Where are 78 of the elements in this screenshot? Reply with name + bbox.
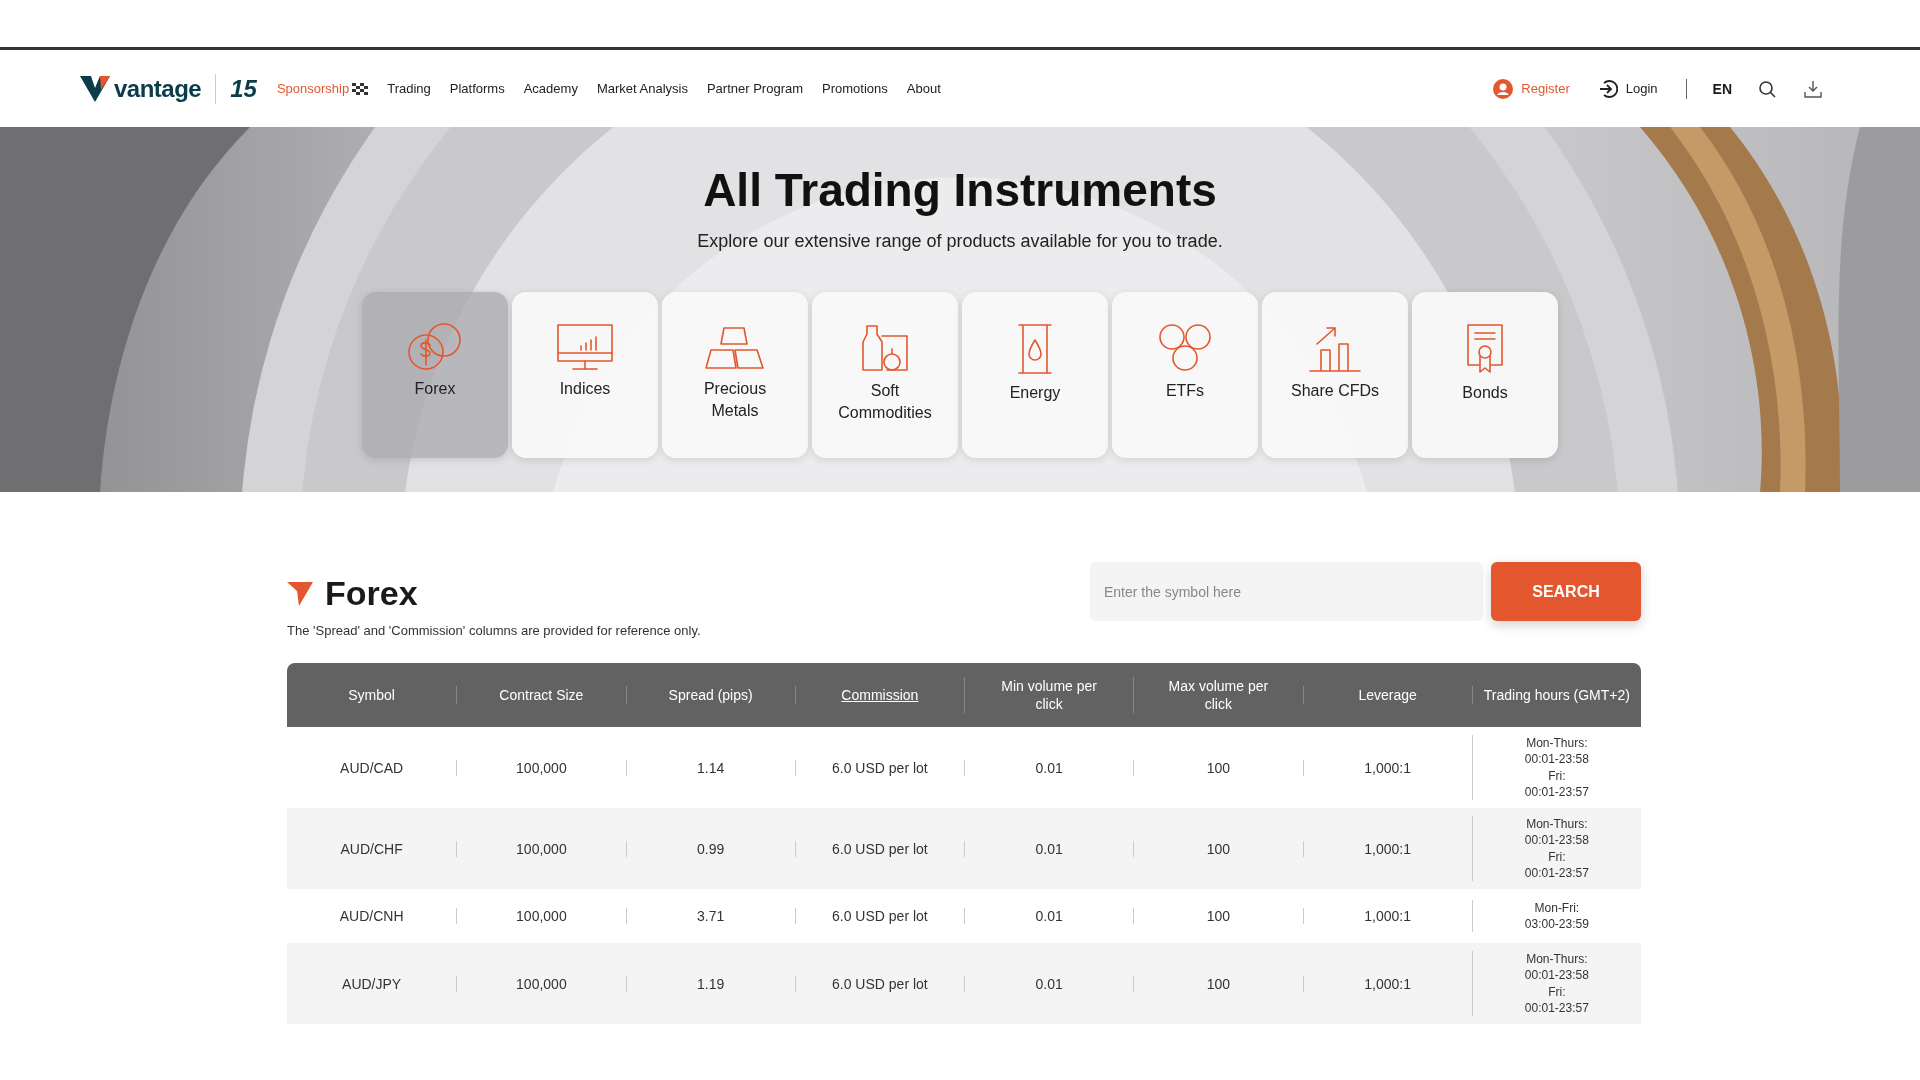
- table-cell-text: AUD/CAD: [339, 759, 405, 776]
- letter-circles-icon: [1157, 322, 1213, 374]
- table-cell: 0.01: [964, 759, 1134, 776]
- section-title: Forex: [325, 574, 418, 613]
- table-cell: 100,000: [456, 840, 626, 857]
- download-icon[interactable]: [1804, 79, 1822, 98]
- table-cell: 3.71: [625, 908, 795, 924]
- table-cell: 6.0 USD per lot: [794, 840, 964, 857]
- column-header: Trading hours (GMT+2): [1471, 685, 1641, 705]
- table-cell-text: AUD/CNH: [338, 908, 405, 924]
- category-card[interactable]: Forex: [362, 292, 508, 458]
- table-cell: 100,000: [456, 908, 626, 924]
- table-cell: Mon-Thurs: 00:01-23:58 Fri: 00:01-23:57: [1524, 951, 1589, 1016]
- table-cell: 0.01: [964, 840, 1134, 857]
- login-icon: [1597, 78, 1618, 99]
- table-cell-text: AUD/CHF: [339, 840, 404, 857]
- table-cell: Mon-Fri: 03:00-23:59: [1524, 899, 1589, 933]
- search-button[interactable]: SEARCH: [1491, 562, 1641, 621]
- user-icon: [1493, 78, 1514, 99]
- column-header: Spread (pips): [625, 685, 795, 705]
- table-cell: 100,000: [456, 975, 626, 992]
- anniversary-text: 15: [230, 74, 257, 103]
- oil-barrel-icon: [1015, 322, 1055, 376]
- nav-link[interactable]: Promotions: [822, 81, 888, 96]
- category-card[interactable]: Bonds: [1412, 292, 1558, 458]
- category-card[interactable]: Energy: [962, 292, 1108, 458]
- table-cell: Mon-Thurs: 00:01-23:58 Fri: 00:01-23:57: [1524, 816, 1589, 881]
- column-header[interactable]: Commission: [794, 685, 964, 705]
- category-card[interactable]: Indices: [512, 292, 658, 458]
- column-header: Contract Size: [456, 685, 626, 705]
- table-cell: 100: [1133, 908, 1303, 924]
- table-cell: 100,000: [456, 759, 626, 776]
- nav-link[interactable]: Partner Program: [706, 81, 804, 96]
- page-subtitle: Explore our extensive range of products available for you to trade.: [697, 231, 1223, 252]
- nav-link[interactable]: Market Analysis: [596, 81, 688, 96]
- table-cell: 1,000:1: [1302, 759, 1472, 776]
- table-cell: 6.0 USD per lot: [794, 759, 964, 776]
- table-cell: 1.14: [625, 759, 795, 776]
- symbol-search-field[interactable]: Enter the symbol here: [1090, 562, 1483, 621]
- table-cell: 0.01: [964, 975, 1134, 992]
- logo-text[interactable]: vantage: [114, 74, 202, 103]
- table-cell: 100: [1133, 840, 1303, 857]
- reference-note: The 'Spread' and 'Commission' columns are provided for reference only.: [287, 623, 701, 638]
- nav-link[interactable]: About: [906, 81, 941, 96]
- column-header: Symbol: [347, 685, 396, 705]
- table-cell: 100: [1133, 975, 1303, 992]
- language-selector[interactable]: EN: [1712, 80, 1732, 97]
- category-card[interactable]: Soft Commodities: [812, 292, 958, 458]
- table-cell: 0.99: [625, 840, 795, 857]
- category-card[interactable]: ETFs: [1112, 292, 1258, 458]
- table-cell: 6.0 USD per lot: [794, 975, 964, 992]
- nav-link[interactable]: Trading: [387, 81, 431, 96]
- nav-link[interactable]: Sponsorship: [276, 81, 369, 96]
- table-cell: 6.0 USD per lot: [794, 908, 964, 924]
- table-cell: 1,000:1: [1302, 975, 1472, 992]
- category-card[interactable]: Share CFDs: [1262, 292, 1408, 458]
- nav-link[interactable]: Academy: [523, 81, 578, 96]
- table-cell: Mon-Thurs: 00:01-23:58 Fri: 00:01-23:57: [1524, 735, 1589, 800]
- page-title: All Trading Instruments: [703, 163, 1217, 217]
- table-cell: 1,000:1: [1302, 840, 1472, 857]
- column-header: Max volume per click: [1133, 676, 1303, 714]
- table-cell: 0.01: [964, 908, 1134, 924]
- search-icon[interactable]: [1758, 79, 1776, 98]
- nav-link[interactable]: Platforms: [449, 81, 505, 96]
- table-cell: 1.19: [625, 975, 795, 992]
- column-header: Leverage: [1302, 685, 1472, 705]
- category-card[interactable]: Precious Metals: [662, 292, 808, 458]
- logo-mark-icon: [287, 581, 313, 606]
- column-header: Min volume per click: [964, 676, 1134, 714]
- monitor-chart-icon: [555, 322, 615, 372]
- certificate-icon: [1465, 322, 1505, 376]
- register-link[interactable]: Register: [1493, 78, 1570, 99]
- table-cell: 1,000:1: [1302, 908, 1472, 924]
- checkered-flag-icon: [352, 82, 369, 95]
- table-cell: 100: [1133, 759, 1303, 776]
- table-cell-text: AUD/JPY: [341, 975, 403, 992]
- login-link[interactable]: Login: [1597, 78, 1658, 99]
- logo-icon: [80, 75, 110, 102]
